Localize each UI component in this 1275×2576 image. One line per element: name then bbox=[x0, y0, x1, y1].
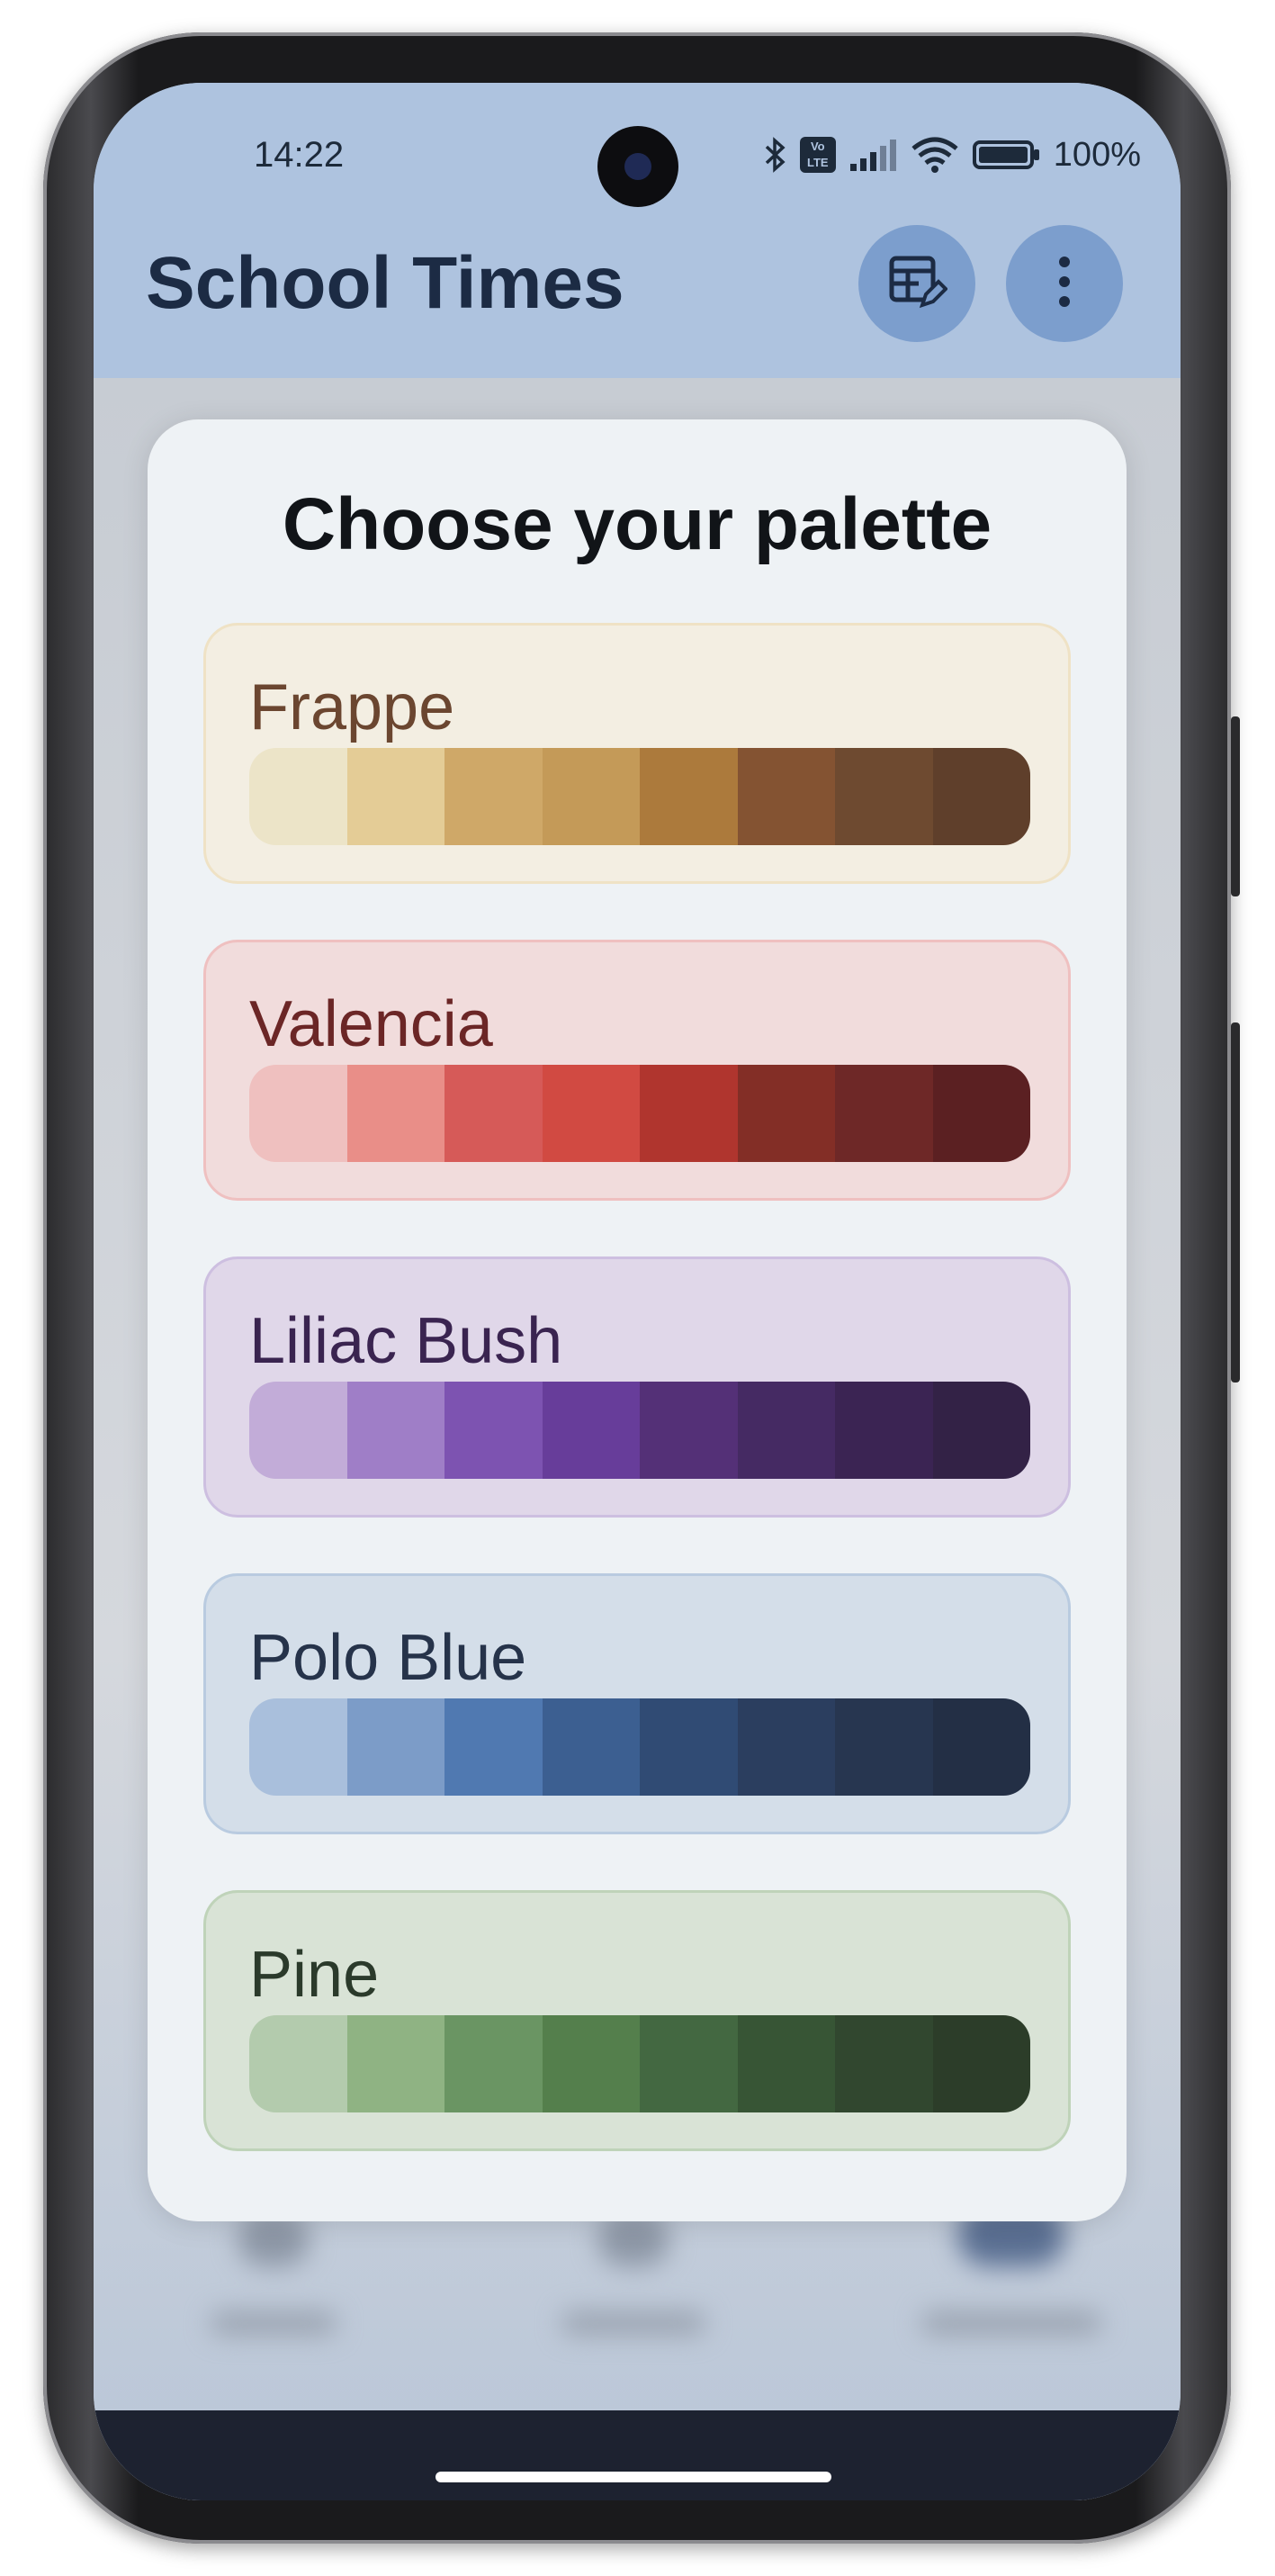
color-swatch bbox=[249, 1698, 347, 1796]
color-swatch bbox=[542, 1698, 640, 1796]
palette-name: Pine bbox=[249, 1939, 380, 2011]
home-indicator[interactable] bbox=[435, 2472, 831, 2482]
volte-icon: Vo LTE bbox=[799, 137, 836, 173]
palette-swatches bbox=[249, 1382, 1030, 1479]
color-swatch bbox=[444, 1698, 543, 1796]
color-swatch bbox=[542, 1065, 640, 1162]
color-swatch bbox=[932, 2015, 1030, 2112]
palette-card-frappe[interactable]: Frappe bbox=[203, 623, 1071, 884]
palette-card-valencia[interactable]: Valencia bbox=[203, 940, 1071, 1201]
color-swatch bbox=[346, 1698, 444, 1796]
palette-name: Valencia bbox=[249, 988, 493, 1060]
color-swatch bbox=[640, 748, 738, 845]
color-swatch bbox=[737, 1382, 835, 1479]
color-swatch bbox=[640, 1065, 738, 1162]
edit-timetable-button[interactable] bbox=[858, 225, 975, 342]
color-swatch bbox=[444, 2015, 543, 2112]
color-swatch bbox=[444, 748, 543, 845]
battery-percent: 100% bbox=[1053, 135, 1141, 174]
color-swatch bbox=[249, 748, 347, 845]
color-swatch bbox=[640, 1382, 738, 1479]
color-swatch bbox=[835, 2015, 933, 2112]
palette-swatches bbox=[249, 1065, 1030, 1162]
color-swatch bbox=[932, 748, 1030, 845]
color-swatch bbox=[737, 1698, 835, 1796]
color-swatch bbox=[835, 748, 933, 845]
color-swatch bbox=[346, 1065, 444, 1162]
color-swatch bbox=[737, 2015, 835, 2112]
palette-card-liliac-bush[interactable]: Liliac Bush bbox=[203, 1256, 1071, 1518]
color-swatch bbox=[737, 1065, 835, 1162]
wifi-icon bbox=[910, 136, 960, 174]
color-swatch bbox=[835, 1065, 933, 1162]
gesture-bar bbox=[94, 2410, 1181, 2500]
color-swatch bbox=[542, 2015, 640, 2112]
color-swatch bbox=[835, 1698, 933, 1796]
palette-swatches bbox=[249, 1698, 1030, 1796]
color-swatch bbox=[932, 1698, 1030, 1796]
power-button bbox=[1231, 1022, 1240, 1383]
more-options-button[interactable] bbox=[1006, 225, 1123, 342]
more-vertical-icon bbox=[1055, 253, 1073, 315]
palette-name: Polo Blue bbox=[249, 1622, 527, 1694]
battery-icon bbox=[972, 137, 1041, 173]
screen: 14:22 Vo LTE 100% School Times Choose yo… bbox=[94, 83, 1181, 2500]
dialog-title: Choose your palette bbox=[282, 483, 992, 565]
color-swatch bbox=[542, 748, 640, 845]
app-bar: 14:22 Vo LTE 100% School Times bbox=[94, 83, 1181, 378]
app-title: School Times bbox=[146, 242, 624, 324]
color-swatch bbox=[932, 1065, 1030, 1162]
palette-swatches bbox=[249, 2015, 1030, 2112]
palette-card-polo-blue[interactable]: Polo Blue bbox=[203, 1573, 1071, 1834]
color-swatch bbox=[249, 2015, 347, 2112]
bluetooth-icon bbox=[764, 137, 787, 173]
color-swatch bbox=[640, 2015, 738, 2112]
palette-dialog: Choose your palette Frappe Valencia Lili… bbox=[148, 419, 1127, 2221]
volume-button bbox=[1231, 716, 1240, 896]
color-swatch bbox=[542, 1382, 640, 1479]
color-swatch bbox=[444, 1065, 543, 1162]
front-camera bbox=[597, 126, 678, 207]
palette-name: Frappe bbox=[249, 671, 455, 743]
palette-name: Liliac Bush bbox=[249, 1305, 563, 1377]
color-swatch bbox=[249, 1382, 347, 1479]
color-swatch bbox=[346, 1382, 444, 1479]
color-swatch bbox=[932, 1382, 1030, 1479]
color-swatch bbox=[346, 748, 444, 845]
table-edit-icon bbox=[886, 251, 948, 317]
status-icons: Vo LTE 100% bbox=[764, 130, 1141, 180]
color-swatch bbox=[346, 2015, 444, 2112]
palette-swatches bbox=[249, 748, 1030, 845]
palette-card-pine[interactable]: Pine bbox=[203, 1890, 1071, 2151]
status-time: 14:22 bbox=[254, 135, 345, 175]
signal-icon bbox=[849, 137, 897, 173]
color-swatch bbox=[835, 1382, 933, 1479]
color-swatch bbox=[640, 1698, 738, 1796]
color-swatch bbox=[249, 1065, 347, 1162]
color-swatch bbox=[444, 1382, 543, 1479]
color-swatch bbox=[737, 748, 835, 845]
